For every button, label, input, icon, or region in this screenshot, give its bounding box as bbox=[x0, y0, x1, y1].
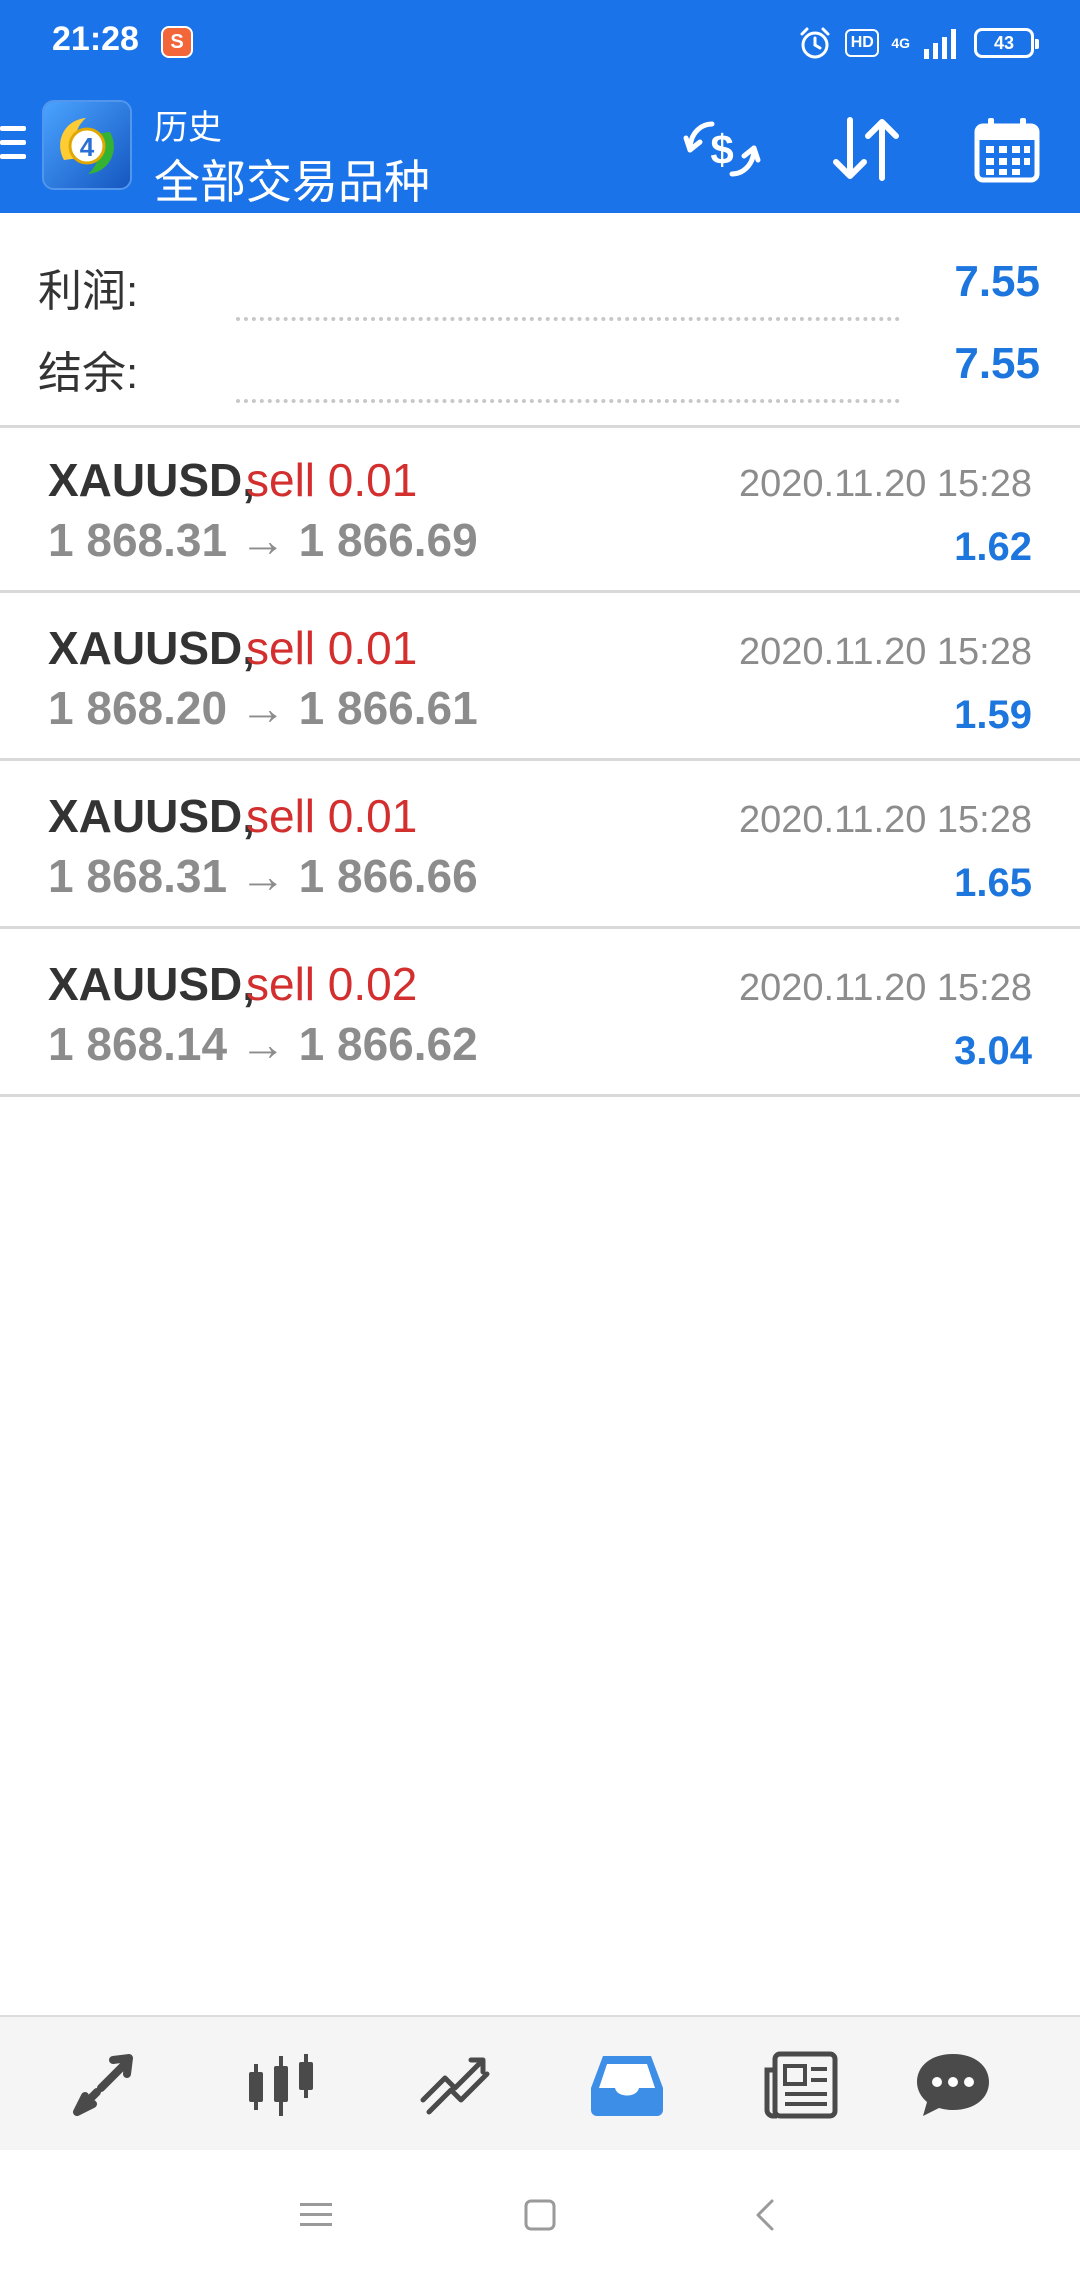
profit-row: 利润: 7.55 bbox=[0, 239, 1080, 321]
deal-row[interactable]: XAUUSD, sell 0.01 1 868.20 → 1 866.61 20… bbox=[0, 593, 1080, 761]
symbol-filter-title[interactable]: 全部交易品种 bbox=[154, 146, 430, 212]
history-tab-icon bbox=[591, 2056, 663, 2116]
deal-profit: 3.04 bbox=[954, 1029, 1032, 1073]
metatrader-logo-icon: 4 bbox=[44, 102, 130, 188]
recent-apps-button[interactable] bbox=[286, 2190, 346, 2240]
deal-profit: 1.62 bbox=[954, 525, 1032, 569]
deal-profit: 1.65 bbox=[954, 861, 1032, 905]
deal-side: sell 0.01 bbox=[246, 790, 418, 842]
home-button[interactable] bbox=[510, 2190, 570, 2240]
chevron-left-icon bbox=[756, 2199, 774, 2231]
balance-value: 7.55 bbox=[954, 339, 1040, 388]
alarm-icon bbox=[800, 27, 830, 59]
sogou-input-icon: S bbox=[161, 26, 193, 58]
deal-list: XAUUSD, sell 0.01 1 868.31 → 1 866.69 20… bbox=[0, 425, 1080, 1097]
svg-text:$: $ bbox=[710, 126, 733, 173]
tab-news[interactable] bbox=[756, 2045, 846, 2125]
status-time: 21:28 bbox=[52, 20, 139, 58]
status-bar: 21:28 S HD 4G 43 bbox=[0, 0, 1080, 84]
deal-side: sell 0.02 bbox=[246, 958, 418, 1010]
tab-quotes[interactable] bbox=[62, 2045, 152, 2125]
tab-trade[interactable] bbox=[410, 2045, 500, 2125]
page-title-small: 历史 bbox=[154, 109, 222, 147]
chart-tab-icon bbox=[249, 2054, 313, 2116]
dotted-leader bbox=[236, 395, 900, 403]
chat-tab-icon bbox=[917, 2054, 989, 2116]
svg-text:4: 4 bbox=[80, 132, 95, 162]
status-icons: HD 4G 43 bbox=[797, 22, 1039, 64]
deal-side: sell 0.01 bbox=[246, 454, 418, 506]
deal-profit: 1.59 bbox=[954, 693, 1032, 737]
hd-icon: HD bbox=[845, 29, 880, 57]
deal-row[interactable]: XAUUSD, sell 0.01 1 868.31 → 1 866.69 20… bbox=[0, 425, 1080, 593]
deal-symbol: XAUUSD, bbox=[48, 622, 256, 674]
deal-row[interactable]: XAUUSD, sell 0.02 1 868.14 → 1 866.62 20… bbox=[0, 929, 1080, 1097]
currency-exchange-icon[interactable]: $ bbox=[682, 114, 762, 184]
profit-value: 7.55 bbox=[954, 257, 1040, 306]
deal-time: 2020.11.20 15:28 bbox=[738, 799, 1032, 841]
signal-icon bbox=[924, 29, 956, 59]
menu-icon[interactable] bbox=[0, 126, 28, 172]
deal-symbol: XAUUSD, bbox=[48, 454, 256, 506]
balance-row: 结余: 7.55 bbox=[0, 321, 1080, 403]
calendar-icon[interactable] bbox=[972, 114, 1042, 184]
news-tab-icon bbox=[764, 2051, 838, 2119]
quotes-tab-icon bbox=[73, 2054, 133, 2116]
balance-label: 结余: bbox=[38, 349, 139, 398]
profit-label: 利润: bbox=[38, 267, 139, 316]
system-navigation-bar bbox=[0, 2150, 1080, 2280]
tab-chat[interactable] bbox=[908, 2045, 998, 2125]
deal-prices: 1 868.20 → 1 866.61 bbox=[48, 682, 478, 734]
deal-time: 2020.11.20 15:28 bbox=[738, 463, 1032, 505]
deal-prices: 1 868.31 → 1 866.69 bbox=[48, 514, 478, 566]
trade-tab-icon bbox=[420, 2057, 490, 2115]
deal-prices: 1 868.31 → 1 866.66 bbox=[48, 850, 478, 902]
deal-symbol: XAUUSD, bbox=[48, 790, 256, 842]
network-label: 4G bbox=[891, 35, 910, 51]
toolbar: 4 历史 全部交易品种 $ bbox=[0, 84, 1080, 213]
top-bar: 21:28 S HD 4G 43 4 历史 全部交易品种 $ bbox=[0, 0, 1080, 213]
deal-side: sell 0.01 bbox=[246, 622, 418, 674]
deal-row[interactable]: XAUUSD, sell 0.01 1 868.31 → 1 866.66 20… bbox=[0, 761, 1080, 929]
summary-panel: 利润: 7.55 结余: 7.55 bbox=[0, 213, 1080, 428]
back-button[interactable] bbox=[736, 2190, 796, 2240]
tab-chart[interactable] bbox=[236, 2045, 326, 2125]
deal-prices: 1 868.14 → 1 866.62 bbox=[48, 1018, 478, 1070]
deal-symbol: XAUUSD, bbox=[48, 958, 256, 1010]
menu-lines-icon bbox=[300, 2203, 332, 2226]
deal-time: 2020.11.20 15:28 bbox=[738, 967, 1032, 1009]
deal-time: 2020.11.20 15:28 bbox=[738, 631, 1032, 673]
square-home-icon bbox=[524, 2199, 556, 2231]
battery-icon: 43 bbox=[974, 28, 1039, 58]
tab-history[interactable] bbox=[582, 2045, 672, 2125]
bottom-tab-bar bbox=[0, 2015, 1080, 2152]
dotted-leader bbox=[236, 313, 900, 321]
sort-icon[interactable] bbox=[828, 114, 904, 184]
